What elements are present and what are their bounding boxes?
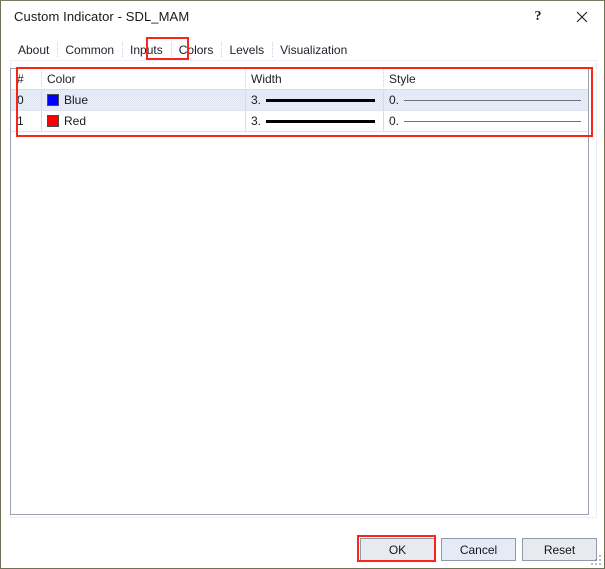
style-sample: 0. — [389, 111, 588, 131]
color-swatch-wrap: Blue — [47, 90, 88, 110]
tab-inputs[interactable]: Inputs — [122, 40, 171, 60]
tab-visualization[interactable]: Visualization — [272, 40, 356, 60]
tab-colors[interactable]: Colors — [170, 40, 222, 60]
tab-label: Common — [65, 43, 115, 57]
row-width-cell[interactable]: 3. — [245, 90, 383, 110]
question-mark-icon: ? — [534, 8, 542, 24]
row-style-cell[interactable]: 0. — [383, 90, 588, 110]
tab-label: Inputs — [130, 43, 163, 57]
color-name: Blue — [64, 93, 89, 107]
reset-button[interactable]: Reset — [522, 538, 597, 561]
row-style-cell[interactable]: 0. — [383, 111, 588, 131]
tab-about[interactable]: About — [10, 40, 58, 60]
width-value: 3. — [251, 93, 262, 107]
tab-label: Colors — [178, 43, 214, 57]
screenshot-root: Custom Indicator - SDL_MAM ? About Commo… — [0, 0, 605, 569]
color-table[interactable]: # Color Width Style 0 Blue 3. 0. 1 Red 3… — [10, 68, 589, 515]
width-value: 3. — [251, 114, 262, 128]
style-sample: 0. — [389, 90, 588, 110]
row-width-cell[interactable]: 3. — [245, 111, 383, 131]
window-title: Custom Indicator - SDL_MAM — [14, 9, 190, 24]
style-value: 0. — [389, 114, 400, 128]
close-button[interactable] — [560, 1, 604, 32]
column-header-color[interactable]: Color — [41, 69, 245, 89]
tab-label: Visualization — [280, 43, 348, 57]
tab-label: Levels — [229, 43, 265, 57]
table-header-row: # Color Width Style — [11, 69, 588, 90]
tab-strip: About Common Inputs Colors Levels Visual… — [10, 40, 356, 60]
color-name: Red — [64, 114, 87, 128]
table-row[interactable]: 1 Red 3. 0. — [11, 111, 588, 132]
row-index: 0 — [17, 93, 24, 107]
ok-button[interactable]: OK — [360, 538, 435, 561]
title-bar: Custom Indicator - SDL_MAM ? — [1, 1, 604, 33]
column-header-style[interactable]: Style — [383, 69, 588, 89]
table-row[interactable]: 0 Blue 3. 0. — [11, 90, 588, 111]
line-style-preview — [404, 120, 581, 122]
window-controls: ? — [516, 1, 604, 32]
line-style-preview — [404, 99, 581, 101]
custom-indicator-dialog: Custom Indicator - SDL_MAM ? About Commo… — [0, 0, 605, 569]
line-width-preview — [266, 98, 375, 102]
column-header-width[interactable]: Width — [245, 69, 383, 89]
row-index: 1 — [17, 114, 24, 128]
style-value: 0. — [389, 93, 400, 107]
line-width-preview — [266, 119, 375, 123]
row-color-cell[interactable]: Red — [41, 111, 245, 131]
color-swatch-wrap: Red — [47, 111, 86, 131]
width-sample: 3. — [251, 90, 383, 110]
tab-label: About — [18, 43, 50, 57]
column-header-index[interactable]: # — [11, 69, 41, 89]
color-swatch-icon — [47, 115, 59, 127]
width-sample: 3. — [251, 111, 383, 131]
row-color-cell[interactable]: Blue — [41, 90, 245, 110]
close-x-icon — [576, 11, 588, 23]
cancel-button[interactable]: Cancel — [441, 538, 516, 561]
color-swatch-icon — [47, 94, 59, 106]
tab-levels[interactable]: Levels — [221, 40, 273, 60]
help-button[interactable]: ? — [516, 1, 560, 32]
resize-grip-handle[interactable] — [591, 555, 601, 565]
tab-common[interactable]: Common — [57, 40, 123, 60]
